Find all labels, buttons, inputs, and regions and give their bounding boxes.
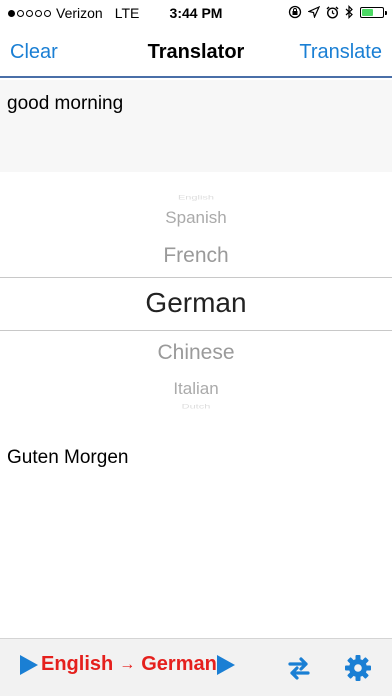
clear-button[interactable]: Clear bbox=[10, 41, 58, 64]
picker-option-italian[interactable]: Italian bbox=[0, 379, 392, 399]
direction-arrow: → bbox=[119, 655, 136, 673]
to-language: German bbox=[141, 653, 217, 675]
alarm-icon bbox=[326, 6, 339, 19]
picker-option-dutch[interactable]: Dutch bbox=[0, 404, 392, 411]
language-picker[interactable]: English Spanish French German Chinese It… bbox=[0, 172, 392, 422]
bluetooth-icon bbox=[345, 5, 353, 19]
language-pair-button[interactable]: English → German bbox=[20, 653, 235, 676]
location-icon bbox=[308, 6, 320, 18]
bottom-toolbar: English → German bbox=[0, 638, 392, 696]
source-text: good morning bbox=[7, 93, 124, 114]
translated-text: Guten Morgen bbox=[7, 447, 129, 468]
battery-icon bbox=[360, 6, 387, 18]
picker-option-chinese[interactable]: Chinese bbox=[0, 341, 392, 365]
picker-option-german-selected[interactable]: German bbox=[0, 287, 392, 319]
source-text-input[interactable]: good morning bbox=[0, 80, 392, 172]
picker-option-spanish[interactable]: Spanish bbox=[0, 208, 392, 228]
play-triangle-icon bbox=[216, 654, 235, 675]
gear-icon[interactable] bbox=[344, 654, 372, 682]
play-triangle-icon bbox=[20, 654, 38, 675]
swap-icon[interactable] bbox=[286, 655, 312, 681]
rotation-lock-icon bbox=[288, 5, 302, 19]
nav-bar: Clear Translator Translate bbox=[0, 28, 392, 78]
status-bar: Verizon LTE 3:44 PM bbox=[0, 0, 392, 28]
from-language: English bbox=[41, 653, 114, 675]
picker-option-english[interactable]: English bbox=[0, 195, 392, 202]
translate-button[interactable]: Translate bbox=[299, 41, 382, 64]
status-right bbox=[288, 5, 387, 19]
picker-option-french[interactable]: French bbox=[0, 244, 392, 268]
